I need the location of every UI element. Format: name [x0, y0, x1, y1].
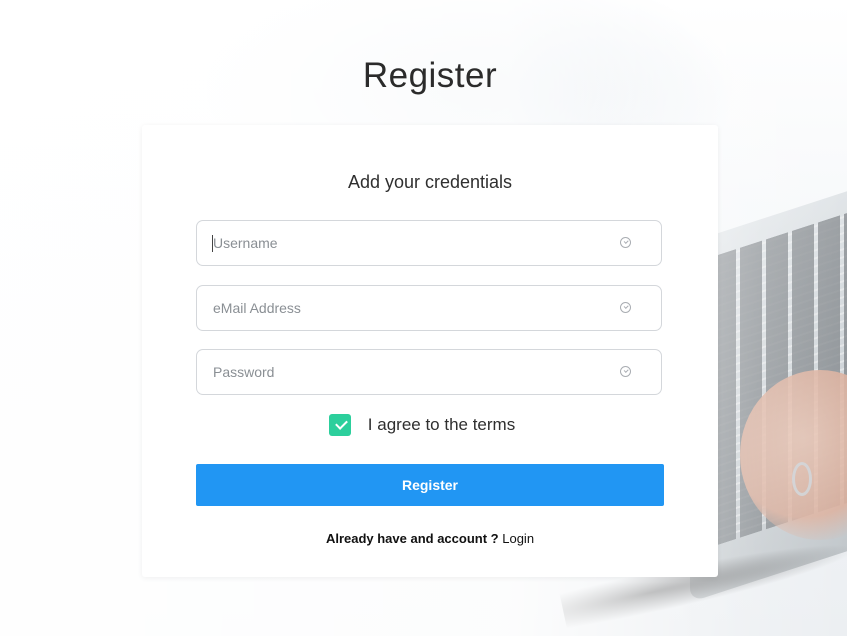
check-circle-icon — [620, 366, 631, 377]
terms-label[interactable]: I agree to the terms — [368, 415, 515, 435]
terms-row: I agree to the terms — [142, 414, 718, 436]
terms-checkbox[interactable] — [328, 414, 351, 436]
register-button[interactable]: Register — [196, 464, 664, 506]
register-card: Add your credentials I agree to the term… — [142, 125, 718, 577]
check-circle-icon — [620, 237, 631, 248]
login-prompt-text: Already have and account ? — [325, 531, 499, 546]
password-input[interactable] — [213, 350, 593, 394]
login-prompt-line: Already have and account ? Login — [142, 531, 718, 546]
email-input[interactable] — [213, 286, 593, 330]
password-field[interactable] — [196, 349, 662, 395]
email-field[interactable] — [196, 285, 662, 331]
login-link[interactable]: Login — [502, 531, 534, 546]
page-title: Register — [362, 56, 498, 95]
text-cursor — [212, 235, 213, 252]
username-input[interactable] — [213, 221, 593, 265]
username-field[interactable] — [196, 220, 662, 266]
check-circle-icon — [620, 302, 631, 313]
card-subtitle: Add your credentials — [347, 172, 513, 192]
